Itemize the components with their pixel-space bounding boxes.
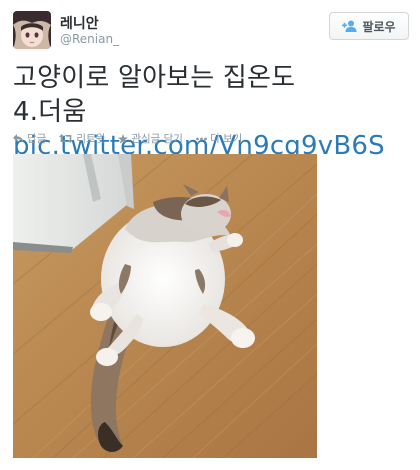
more-label: 더 보기 <box>209 133 243 145</box>
user-handle[interactable]: @Renian_ <box>60 32 119 46</box>
reply-icon <box>13 134 24 143</box>
star-icon <box>118 133 129 144</box>
reply-action[interactable]: 답글 <box>13 131 46 146</box>
favorite-action[interactable]: 관심글 담기 <box>118 131 183 146</box>
reply-label: 답글 <box>27 133 47 145</box>
tweet-text-line2: 4.더움 pic.twitter.com/Vn9cq9vB6S <box>13 95 413 163</box>
avatar-image <box>13 11 51 49</box>
avatar[interactable] <box>13 11 51 49</box>
follow-button[interactable]: 팔로우 <box>329 12 409 40</box>
add-user-icon <box>342 20 357 32</box>
follow-button-label: 팔로우 <box>362 19 396 34</box>
tweet-text-line1: 고양이로 알아보는 집온도 <box>13 63 296 93</box>
tweet-text: 고양이로 알아보는 집온도 4.더움 pic.twitter.com/Vn9cq… <box>13 61 413 163</box>
user-display-name[interactable]: 레니안 <box>60 13 99 33</box>
favorite-label: 관심글 담기 <box>131 133 183 145</box>
more-dots-icon <box>196 137 207 141</box>
retweet-label: 리트윗 <box>76 133 106 145</box>
tweet-actions: 답글 리트윗 관심글 담기 더 보기 <box>13 131 242 146</box>
retweet-icon <box>59 134 74 143</box>
retweet-action[interactable]: 리트윗 <box>59 131 105 146</box>
tweet-text-prefix: 4.더움 <box>13 97 87 127</box>
tweet-photo[interactable] <box>13 154 317 458</box>
cat-on-floor-photo <box>13 154 317 458</box>
more-action[interactable]: 더 보기 <box>196 131 242 146</box>
